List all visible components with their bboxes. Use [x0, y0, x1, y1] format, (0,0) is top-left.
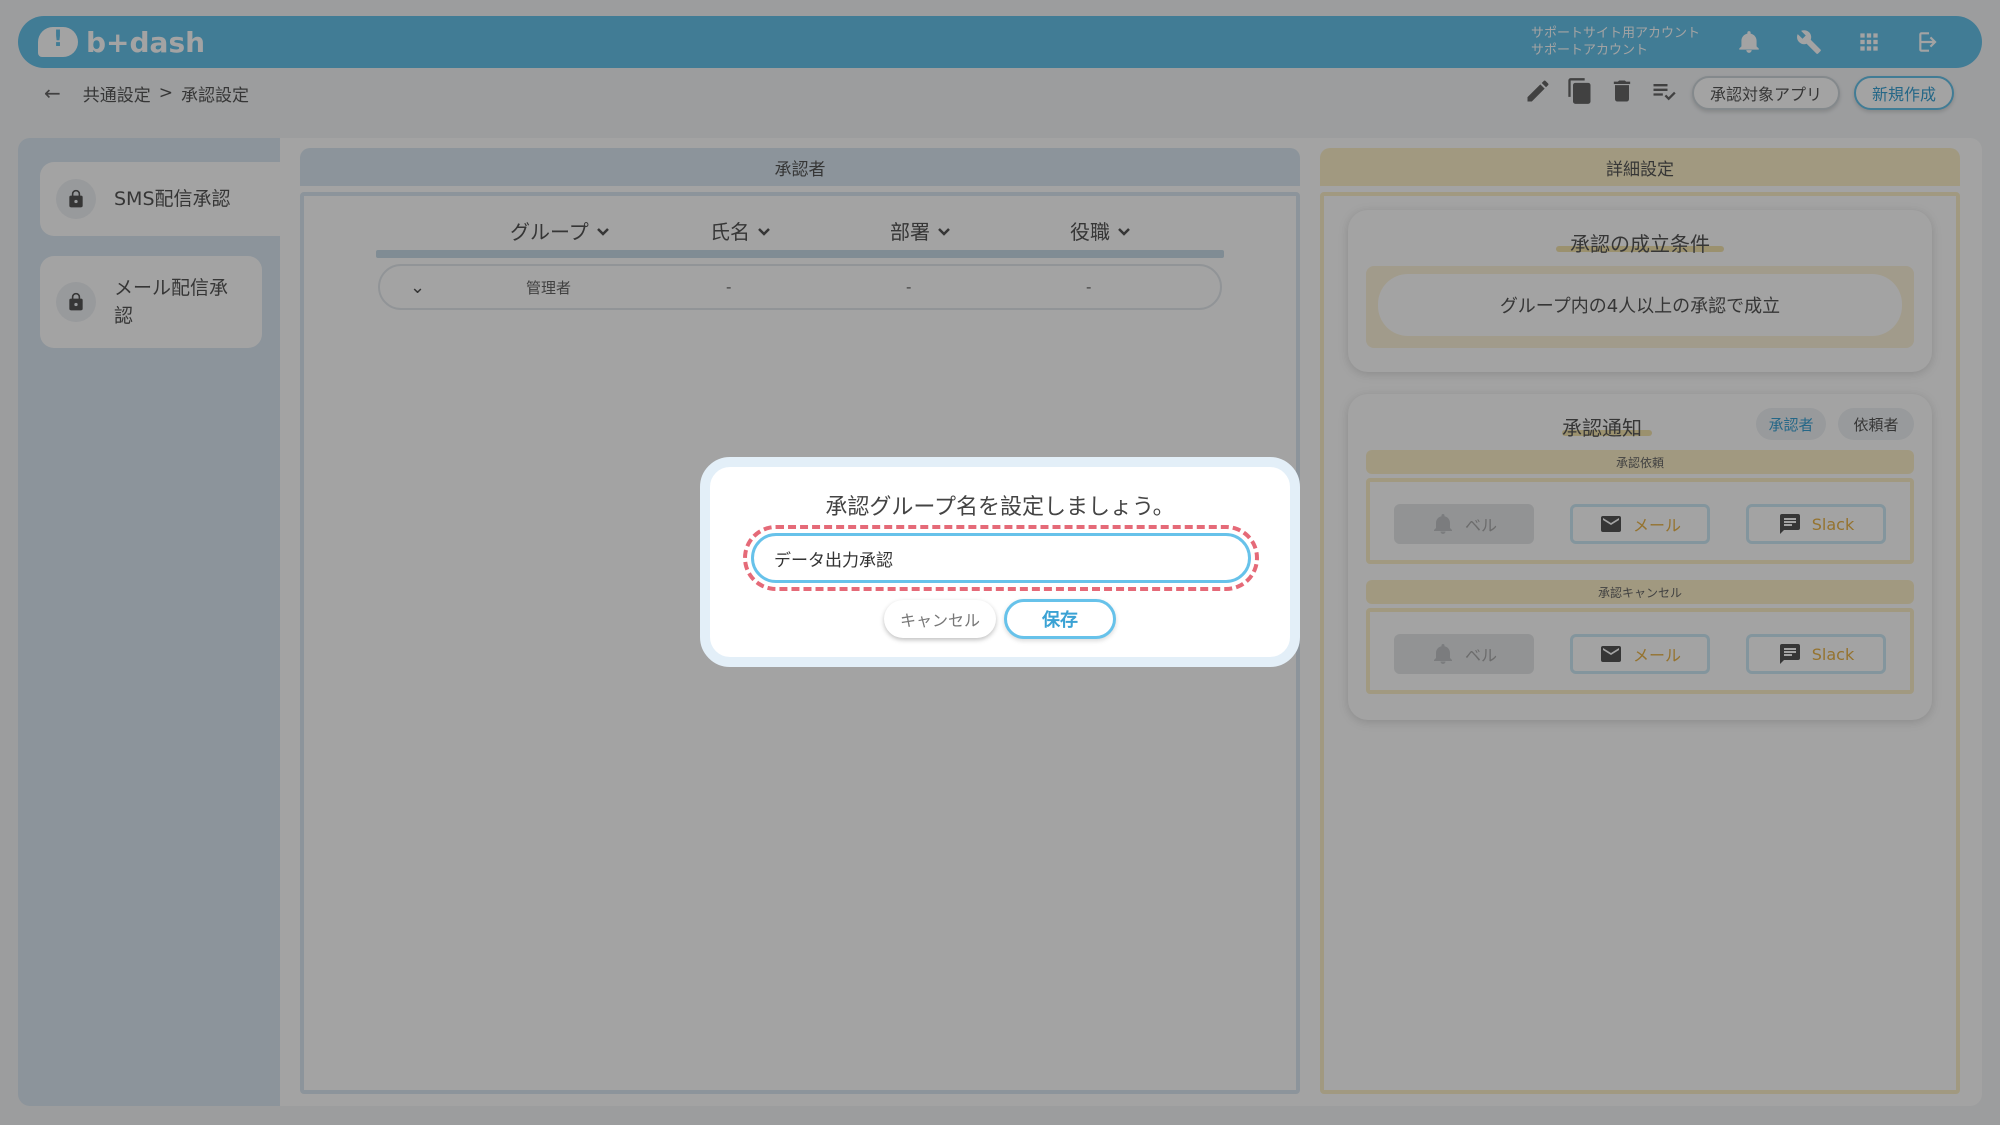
input-highlight	[743, 525, 1259, 591]
group-name-dialog: 承認グループ名を設定しましょう。 キャンセル 保存	[700, 457, 1300, 667]
app-root: b+dash サポートサイト用アカウント サポートアカウント ← 共通設定 >	[0, 0, 2000, 1125]
group-name-input[interactable]	[751, 533, 1251, 583]
cancel-button[interactable]: キャンセル	[884, 600, 996, 638]
dialog-title: 承認グループ名を設定しましょう。	[825, 495, 1175, 520]
save-button[interactable]: 保存	[1004, 599, 1116, 639]
